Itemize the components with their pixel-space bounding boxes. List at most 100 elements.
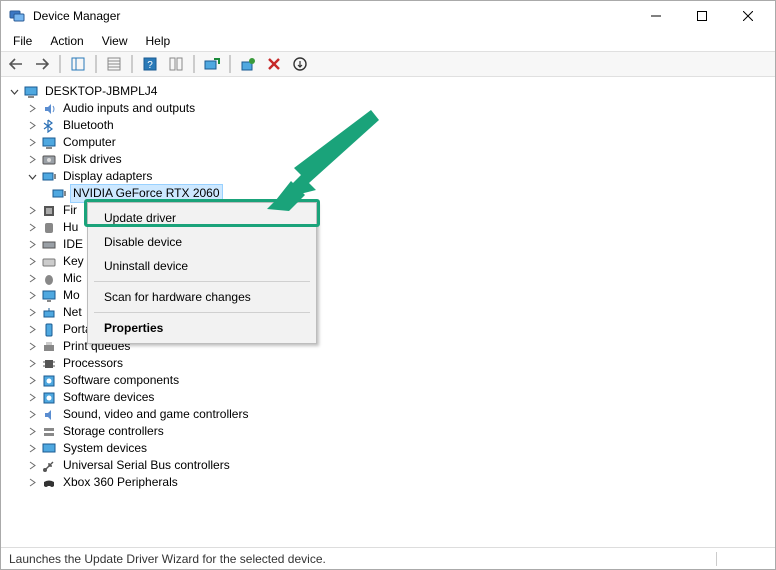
- menu-view[interactable]: View: [94, 32, 136, 50]
- expand-icon[interactable]: [25, 323, 39, 337]
- expand-icon[interactable]: [25, 272, 39, 286]
- tree-category[interactable]: Sound, video and game controllers: [7, 406, 775, 423]
- expand-icon[interactable]: [25, 459, 39, 473]
- context-menu-disable-device[interactable]: Disable device: [90, 230, 314, 254]
- hid-icon: [41, 220, 57, 236]
- toolbar-icon[interactable]: [165, 53, 187, 75]
- computer-icon: [41, 135, 57, 151]
- device-tree[interactable]: DESKTOP-JBMPLJ4 Audio inputs and outputs…: [1, 77, 775, 547]
- disk-icon: [41, 152, 57, 168]
- tree-category[interactable]: Disk drives: [7, 151, 775, 168]
- display-adapter-icon: [41, 169, 57, 185]
- toolbar-separator: [229, 55, 231, 73]
- context-menu-update-driver[interactable]: Update driver: [90, 206, 314, 230]
- expand-icon[interactable]: [25, 255, 39, 269]
- update-driver-button[interactable]: [201, 53, 223, 75]
- window-title: Device Manager: [33, 9, 120, 23]
- status-text: Launches the Update Driver Wizard for th…: [9, 552, 326, 566]
- context-menu: Update driver Disable device Uninstall d…: [87, 202, 317, 344]
- sound-icon: [41, 407, 57, 423]
- portable-icon: [41, 322, 57, 338]
- expand-icon[interactable]: [25, 442, 39, 456]
- toolbar-separator: [131, 55, 133, 73]
- titlebar: Device Manager: [1, 1, 775, 31]
- display-adapter-icon: [51, 186, 67, 202]
- system-icon: [41, 441, 57, 457]
- expand-icon[interactable]: [25, 306, 39, 320]
- xbox-icon: [41, 475, 57, 491]
- tree-category[interactable]: Storage controllers: [7, 423, 775, 440]
- device-manager-window: Device Manager File Action View Help ?: [0, 0, 776, 570]
- tree-root[interactable]: DESKTOP-JBMPLJ4: [7, 83, 775, 100]
- tree-category[interactable]: Processors: [7, 355, 775, 372]
- context-menu-properties[interactable]: Properties: [90, 316, 314, 340]
- menu-file[interactable]: File: [5, 32, 40, 50]
- keyboard-icon: [41, 254, 57, 270]
- uninstall-button[interactable]: [263, 53, 285, 75]
- menu-help[interactable]: Help: [138, 32, 179, 50]
- help-button[interactable]: ?: [139, 53, 161, 75]
- expand-icon[interactable]: [25, 391, 39, 405]
- forward-button[interactable]: [31, 53, 53, 75]
- storage-icon: [41, 424, 57, 440]
- expand-icon[interactable]: [25, 136, 39, 150]
- tree-category[interactable]: Bluetooth: [7, 117, 775, 134]
- processor-icon: [41, 356, 57, 372]
- printer-icon: [41, 339, 57, 355]
- tree-category-display-adapters[interactable]: Display adapters: [7, 168, 775, 185]
- expand-icon[interactable]: [25, 408, 39, 422]
- tree-category[interactable]: Universal Serial Bus controllers: [7, 457, 775, 474]
- collapse-icon[interactable]: [7, 85, 21, 99]
- disable-button[interactable]: [289, 53, 311, 75]
- root-label: DESKTOP-JBMPLJ4: [43, 83, 159, 100]
- minimize-button[interactable]: [633, 1, 679, 31]
- tree-device-gpu[interactable]: NVIDIA GeForce RTX 2060: [7, 185, 775, 202]
- firmware-icon: [41, 203, 57, 219]
- expand-icon[interactable]: [25, 153, 39, 167]
- maximize-button[interactable]: [679, 1, 725, 31]
- expand-icon[interactable]: [25, 204, 39, 218]
- usb-icon: [41, 458, 57, 474]
- tree-category[interactable]: Computer: [7, 134, 775, 151]
- bluetooth-icon: [41, 118, 57, 134]
- computer-icon: [23, 84, 39, 100]
- tree-category[interactable]: Audio inputs and outputs: [7, 100, 775, 117]
- expand-icon[interactable]: [25, 476, 39, 490]
- expand-icon[interactable]: [25, 119, 39, 133]
- tree-category[interactable]: Software devices: [7, 389, 775, 406]
- menubar: File Action View Help: [1, 31, 775, 51]
- expand-icon[interactable]: [25, 102, 39, 116]
- tree-category[interactable]: Xbox 360 Peripherals: [7, 474, 775, 491]
- statusbar-separator: [716, 552, 717, 566]
- toolbar-separator: [193, 55, 195, 73]
- monitor-icon: [41, 288, 57, 304]
- close-button[interactable]: [725, 1, 771, 31]
- expand-icon[interactable]: [25, 238, 39, 252]
- app-icon: [9, 8, 25, 24]
- expand-icon[interactable]: [25, 425, 39, 439]
- software-icon: [41, 373, 57, 389]
- expand-icon[interactable]: [25, 221, 39, 235]
- tree-category[interactable]: Software components: [7, 372, 775, 389]
- expand-icon[interactable]: [25, 374, 39, 388]
- network-icon: [41, 305, 57, 321]
- toolbar-separator: [95, 55, 97, 73]
- statusbar: Launches the Update Driver Wizard for th…: [1, 547, 775, 569]
- expand-icon[interactable]: [25, 289, 39, 303]
- context-menu-scan-hardware[interactable]: Scan for hardware changes: [90, 285, 314, 309]
- show-hide-tree-button[interactable]: [67, 53, 89, 75]
- scan-hardware-button[interactable]: [237, 53, 259, 75]
- toolbar: ?: [1, 51, 775, 77]
- expand-icon[interactable]: [25, 357, 39, 371]
- audio-icon: [41, 101, 57, 117]
- toolbar-separator: [59, 55, 61, 73]
- properties-button[interactable]: [103, 53, 125, 75]
- tree-category[interactable]: System devices: [7, 440, 775, 457]
- context-menu-uninstall-device[interactable]: Uninstall device: [90, 254, 314, 278]
- expand-icon[interactable]: [25, 340, 39, 354]
- menu-action[interactable]: Action: [42, 32, 91, 50]
- context-menu-separator: [94, 281, 310, 282]
- collapse-icon[interactable]: [25, 170, 39, 184]
- back-button[interactable]: [5, 53, 27, 75]
- mouse-icon: [41, 271, 57, 287]
